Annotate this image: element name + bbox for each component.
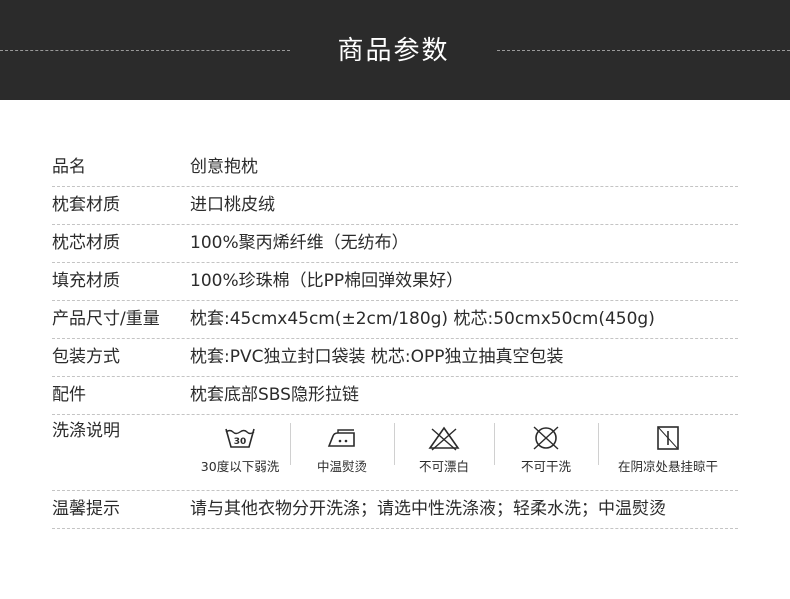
header-banner: 商品参数 [0, 0, 790, 100]
spec-row-wash-instructions: 洗涤说明 30 30度以下弱洗 中温熨烫 不可漂白 不可干洗 在阴凉处悬挂晾干 [52, 415, 738, 491]
spec-table: 品名 创意抱枕 枕套材质 进口桃皮绒 枕芯材质 100%聚丙烯纤维（无纺布） 填… [52, 149, 738, 529]
spec-label: 填充材质 [52, 271, 120, 291]
care-caption: 不可漂白 [418, 459, 469, 474]
spec-label: 枕芯材质 [52, 233, 120, 253]
spec-value: 枕套:45cmx45cm(±2cm/180g) 枕芯:50cmx50cm(450… [190, 309, 655, 329]
spec-row-accessory: 配件 枕套底部SBS隐形拉链 [52, 377, 738, 415]
care-caption: 中温熨烫 [316, 459, 367, 474]
spec-value: 100%珍珠棉（比PP棉回弹效果好） [190, 271, 464, 291]
spec-row-core-material: 枕芯材质 100%聚丙烯纤维（无纺布） [52, 225, 738, 263]
care-item-dry-clean: 不可干洗 [494, 415, 598, 490]
header-divider-left [0, 50, 290, 51]
care-caption: 不可干洗 [520, 459, 571, 474]
spec-row-tips: 温馨提示 请与其他衣物分开洗涤；请选中性洗涤液；轻柔水洗；中温熨烫 [52, 491, 738, 529]
line-dry-shade-icon [657, 426, 679, 450]
spec-value: 请与其他衣物分开洗涤；请选中性洗涤液；轻柔水洗；中温熨烫 [190, 499, 666, 519]
spec-label: 品名 [52, 157, 86, 177]
wash-30-icon: 30 [225, 428, 255, 448]
spec-value: 进口桃皮绒 [190, 195, 275, 215]
spec-row-size-weight: 产品尺寸/重量 枕套:45cmx45cm(±2cm/180g) 枕芯:50cmx… [52, 301, 738, 339]
wash-temperature-label: 30 [234, 437, 247, 447]
spec-label: 产品尺寸/重量 [52, 309, 160, 329]
spec-row-packaging: 包装方式 枕套:PVC独立封口袋装 枕芯:OPP独立抽真空包装 [52, 339, 738, 377]
spec-label: 洗涤说明 [52, 421, 120, 441]
care-caption: 30度以下弱洗 [200, 459, 280, 474]
spec-label: 包装方式 [52, 347, 120, 367]
no-bleach-icon [428, 426, 460, 451]
no-dry-clean-icon [533, 426, 559, 450]
spec-row-cover-material: 枕套材质 进口桃皮绒 [52, 187, 738, 225]
header-divider-right [497, 50, 790, 51]
spec-row-name: 品名 创意抱枕 [52, 149, 738, 187]
spec-label: 配件 [52, 385, 86, 405]
care-item-bleach: 不可漂白 [394, 415, 494, 490]
spec-value: 创意抱枕 [190, 157, 258, 177]
care-icons: 30 30度以下弱洗 中温熨烫 不可漂白 不可干洗 在阴凉处悬挂晾干 [190, 415, 738, 490]
iron-medium-icon [327, 429, 355, 447]
page-title: 商品参数 [337, 36, 450, 66]
care-caption: 在阴凉处悬挂晾干 [617, 459, 718, 474]
care-item-wash: 30 30度以下弱洗 [190, 415, 290, 490]
spec-label: 温馨提示 [52, 499, 120, 519]
spec-value: 100%聚丙烯纤维（无纺布） [190, 233, 409, 253]
care-item-dry: 在阴凉处悬挂晾干 [598, 415, 738, 490]
spec-row-filling: 填充材质 100%珍珠棉（比PP棉回弹效果好） [52, 263, 738, 301]
spec-label: 枕套材质 [52, 195, 120, 215]
spec-value: 枕套:PVC独立封口袋装 枕芯:OPP独立抽真空包装 [190, 347, 564, 367]
spec-value: 枕套底部SBS隐形拉链 [190, 385, 359, 405]
care-item-iron: 中温熨烫 [290, 415, 394, 490]
